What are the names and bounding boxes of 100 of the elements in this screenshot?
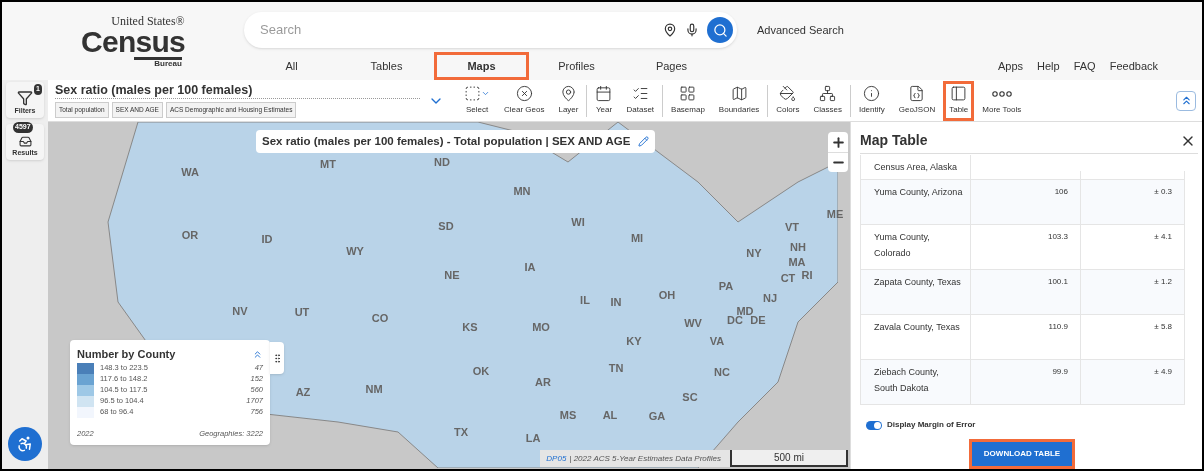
tool-button[interactable]: Classes	[807, 80, 848, 121]
search-button[interactable]	[707, 17, 733, 43]
legend-title: Number by County	[77, 347, 176, 362]
table-cell-text: 110.9	[1048, 321, 1068, 333]
state-label: TN	[608, 360, 624, 376]
table-cell-text: ± 1.2	[1154, 276, 1172, 288]
table-cell-text: ± 4.9	[1154, 366, 1172, 378]
search-field[interactable]: Search	[260, 20, 663, 40]
state-label: LA	[525, 430, 541, 446]
pin-icon[interactable]	[663, 23, 677, 37]
table-cell-text: Census Area, Alaska	[874, 161, 958, 174]
nav-tab[interactable]: Tables	[339, 52, 434, 80]
pin-icon	[559, 85, 577, 102]
tool-button[interactable]: Table	[943, 80, 975, 121]
dataset-link[interactable]: DP05	[546, 452, 567, 465]
grid-icon	[679, 85, 697, 102]
panel-title: Map Table	[860, 131, 928, 150]
filter-icon	[17, 89, 33, 106]
state-label: WA	[181, 164, 199, 180]
state-label: NM	[365, 381, 383, 397]
accessibility-icon	[16, 435, 34, 453]
utility-link[interactable]: Help	[1037, 57, 1060, 74]
map-title: Sex ratio (males per 100 females) - Total population | SEX AND AGE	[262, 134, 631, 149]
tool-button[interactable]: Basemap	[665, 80, 711, 121]
tool-button[interactable]: Colors	[770, 80, 806, 121]
state-label: ND	[434, 154, 450, 170]
state-label: UT	[294, 304, 310, 320]
collapse-button[interactable]	[1176, 90, 1196, 111]
map-icon	[730, 85, 748, 102]
tool-button[interactable]: Layer	[552, 80, 585, 121]
state-label: SD	[438, 218, 454, 234]
search-icon	[712, 22, 728, 38]
pencil-icon[interactable]	[638, 136, 650, 148]
table-cell-text: Yuma County, Arizona	[874, 186, 963, 199]
download-table-button[interactable]: DOWNLOAD TABLE	[968, 439, 1076, 469]
dataset-title: Sex ratio (males per 100 females)	[55, 82, 420, 100]
state-label: MO	[532, 319, 550, 335]
table-cell-text: 106	[1054, 186, 1068, 198]
state-label: NJ	[762, 290, 778, 306]
state-label: CT	[780, 270, 796, 286]
tool-button[interactable]: Year	[589, 80, 619, 121]
table-cell-text: ± 5.8	[1154, 321, 1172, 333]
state-label: KS	[462, 319, 478, 335]
logo-text: Census	[81, 26, 185, 57]
utility-link[interactable]: Apps	[997, 57, 1024, 74]
nav-tab[interactable]: All	[244, 52, 339, 80]
nav-tab[interactable]: Maps	[434, 52, 529, 80]
tool-button[interactable]: More Tools	[976, 80, 1028, 121]
state-label: TX	[453, 424, 469, 440]
state-label: MA	[788, 254, 806, 270]
circle-x-icon	[515, 85, 533, 102]
state-label: ME	[826, 206, 844, 222]
state-label: PA	[718, 278, 734, 294]
state-label: KY	[626, 333, 642, 349]
utility-link[interactable]: Feedback	[1109, 57, 1158, 74]
tool-button[interactable]: Select	[458, 80, 496, 121]
table-cell-text: 103.3	[1047, 231, 1068, 243]
advanced-search-link[interactable]: Advanced Search	[757, 21, 844, 39]
search-bar[interactable]: Search	[244, 12, 737, 48]
table-cell-text: ± 0.3	[1154, 186, 1172, 198]
state-label: OR	[181, 227, 199, 243]
double-chevron-icon[interactable]	[252, 348, 263, 360]
tool-button[interactable]: Clear Geos	[498, 80, 551, 121]
tool-button[interactable]: Identify	[852, 80, 891, 121]
state-label: IA	[524, 259, 536, 275]
nodes-icon	[819, 85, 837, 102]
state-label: GA	[648, 408, 666, 424]
toggle-switch[interactable]	[866, 420, 882, 430]
dots-icon	[991, 90, 1012, 97]
toggle-label: Display Margin of Error	[887, 419, 976, 431]
tool-button[interactable]: Boundaries	[712, 80, 766, 121]
state-label: MT	[320, 156, 336, 172]
state-label: MS	[559, 407, 577, 423]
accessibility-button[interactable]	[8, 427, 42, 461]
table-cell-text: Zavala County, Texas	[874, 321, 960, 334]
state-label: WI	[571, 214, 585, 230]
state-label: CO	[371, 310, 389, 326]
logo-text: United States®	[111, 14, 185, 27]
info-icon	[863, 85, 881, 102]
utility-link[interactable]: FAQ	[1073, 57, 1096, 74]
state-label: NY	[746, 245, 762, 261]
microphone-icon[interactable]	[685, 23, 699, 37]
census-logo[interactable]: United States® Census Bureau	[2, 2, 244, 80]
state-label: NE	[444, 267, 460, 283]
state-label: SC	[682, 389, 698, 405]
table-cell-text: 99.9	[1052, 366, 1068, 378]
state-label: OH	[658, 287, 676, 303]
tool-button[interactable]: GeoJSON	[892, 80, 942, 121]
tool-button[interactable]: Dataset	[620, 80, 661, 121]
checklist-icon	[631, 85, 649, 102]
table-cell-text: 100.1	[1047, 276, 1068, 288]
logo-text: Bureau	[134, 56, 182, 68]
state-label: NC	[714, 364, 730, 380]
drag-handle[interactable]	[270, 342, 284, 374]
state-label: IN	[610, 294, 622, 310]
state-label: NV	[232, 303, 248, 319]
nav-tab[interactable]: Profiles	[529, 52, 624, 80]
state-label: AR	[535, 374, 551, 390]
state-label: ID	[261, 231, 273, 247]
nav-tab[interactable]: Pages	[624, 52, 719, 80]
